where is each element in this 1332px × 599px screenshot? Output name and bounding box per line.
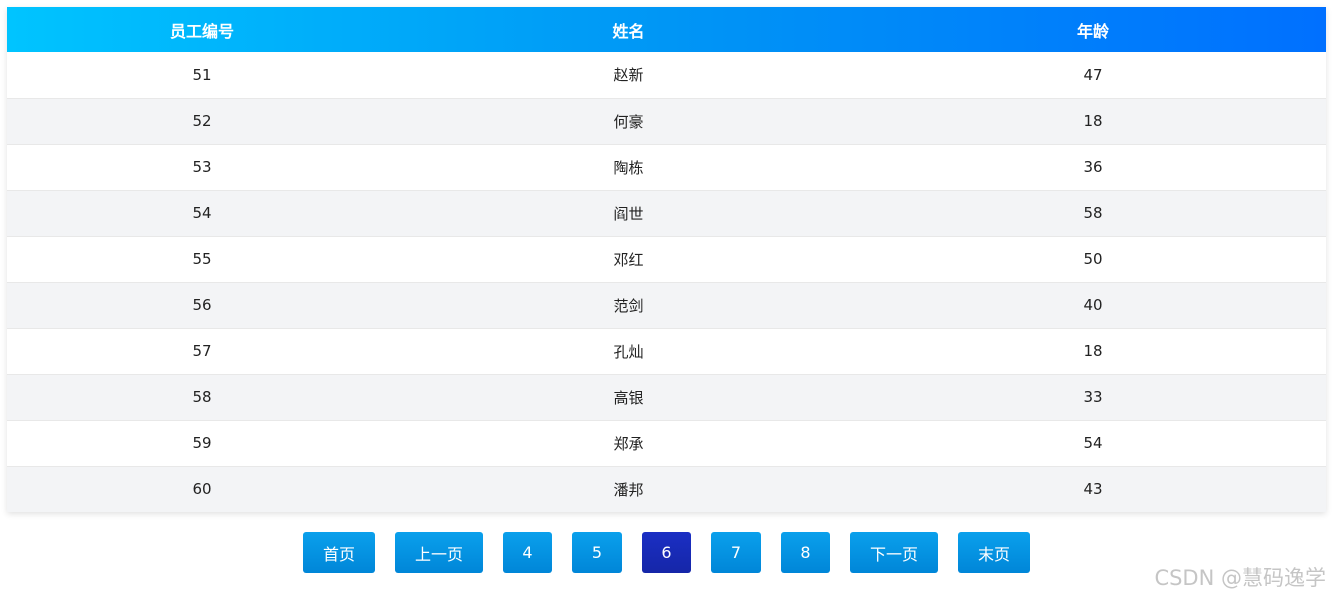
- cell-age: 33: [1083, 388, 1103, 406]
- cell-employee-id: 56: [192, 296, 212, 314]
- cell-age: 58: [1083, 204, 1103, 222]
- cell-name: 邓红: [613, 250, 644, 269]
- employee-table: 员工编号 姓名 年龄 51 赵新 47 52 何豪 18 53 陶栋 36 54…: [7, 7, 1326, 512]
- cell-name: 潘邦: [613, 480, 644, 499]
- cell-name: 阎世: [613, 204, 644, 223]
- table-row: 59 郑承 54: [7, 420, 1326, 466]
- table-header: 员工编号 姓名 年龄: [7, 7, 1326, 52]
- cell-employee-id: 58: [192, 388, 212, 406]
- cell-age: 43: [1083, 480, 1103, 499]
- header-age: 年龄: [1076, 21, 1109, 41]
- watermark: CSDN @慧码逸学: [1154, 566, 1326, 590]
- cell-employee-id: 54: [192, 204, 212, 222]
- cell-name: 郑承: [613, 434, 644, 453]
- cell-age: 54: [1083, 434, 1103, 452]
- data-table: 员工编号 姓名 年龄 51 赵新 47 52 何豪 18 53 陶栋 36 54…: [7, 7, 1326, 512]
- page: 员工编号 姓名 年龄 51 赵新 47 52 何豪 18 53 陶栋 36 54…: [0, 0, 1332, 599]
- page-button-5[interactable]: 5: [572, 532, 622, 573]
- table-row: 54 阎世 58: [7, 190, 1326, 236]
- cell-age: 18: [1083, 112, 1103, 130]
- next-page-button[interactable]: 下一页: [850, 532, 938, 573]
- table-row: 60 潘邦 43: [7, 466, 1326, 512]
- cell-name: 陶栋: [613, 158, 644, 177]
- cell-age: 40: [1083, 296, 1103, 314]
- header-name: 姓名: [612, 21, 645, 41]
- cell-age: 36: [1083, 158, 1103, 176]
- table-row: 52 何豪 18: [7, 98, 1326, 144]
- pagination: 首页 上一页 4 5 6 7 8 下一页 末页: [0, 532, 1332, 573]
- page-button-6-current[interactable]: 6: [642, 532, 691, 573]
- cell-name: 赵新: [613, 66, 644, 85]
- cell-employee-id: 52: [192, 112, 212, 130]
- cell-employee-id: 60: [192, 480, 212, 499]
- prev-page-button[interactable]: 上一页: [395, 532, 483, 573]
- cell-name: 高银: [613, 388, 644, 407]
- cell-name: 何豪: [613, 112, 644, 131]
- cell-age: 47: [1083, 65, 1103, 84]
- page-button-4[interactable]: 4: [503, 532, 552, 573]
- cell-employee-id: 55: [192, 250, 212, 268]
- header-employee-id: 员工编号: [169, 21, 234, 41]
- first-page-button[interactable]: 首页: [303, 532, 375, 573]
- page-button-8[interactable]: 8: [781, 532, 830, 573]
- cell-employee-id: 51: [192, 65, 212, 84]
- table-row: 53 陶栋 36: [7, 144, 1326, 190]
- header-row: 员工编号 姓名 年龄: [7, 7, 1326, 52]
- cell-employee-id: 59: [192, 434, 212, 452]
- cell-age: 50: [1083, 250, 1103, 268]
- cell-employee-id: 53: [192, 158, 212, 176]
- table-row: 55 邓红 50: [7, 236, 1326, 282]
- cell-name: 范剑: [613, 296, 644, 315]
- table-body: 51 赵新 47 52 何豪 18 53 陶栋 36 54 阎世 58 55 邓…: [7, 52, 1326, 512]
- table-row: 57 孔灿 18: [7, 328, 1326, 374]
- table-row: 56 范剑 40: [7, 282, 1326, 328]
- cell-age: 18: [1083, 342, 1103, 360]
- last-page-button[interactable]: 末页: [958, 532, 1030, 573]
- table-row: 58 高银 33: [7, 374, 1326, 420]
- table-row: 51 赵新 47: [7, 52, 1326, 98]
- page-button-7[interactable]: 7: [711, 532, 761, 573]
- cell-employee-id: 57: [192, 342, 212, 360]
- cell-name: 孔灿: [613, 342, 644, 361]
